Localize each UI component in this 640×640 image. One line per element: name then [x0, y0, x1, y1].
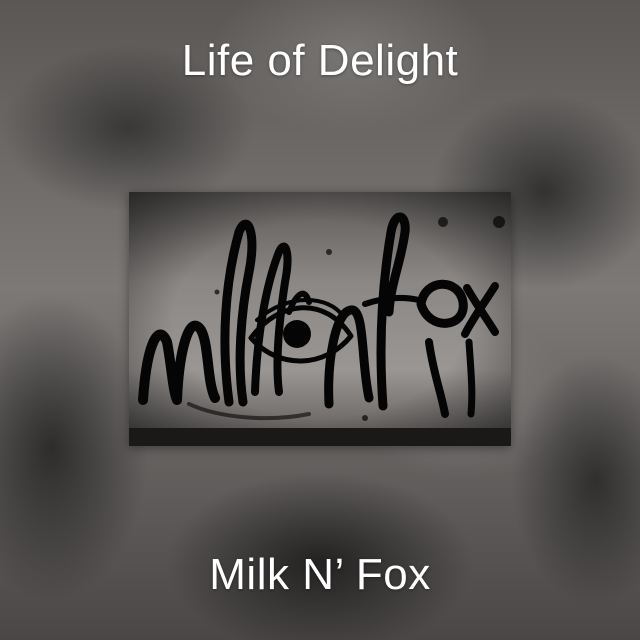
- artist-name: Milk N’ Fox: [209, 550, 431, 599]
- album-artwork: [129, 192, 511, 446]
- album-title: Life of Delight: [181, 36, 459, 85]
- graffiti-logo-artwork: [129, 192, 511, 446]
